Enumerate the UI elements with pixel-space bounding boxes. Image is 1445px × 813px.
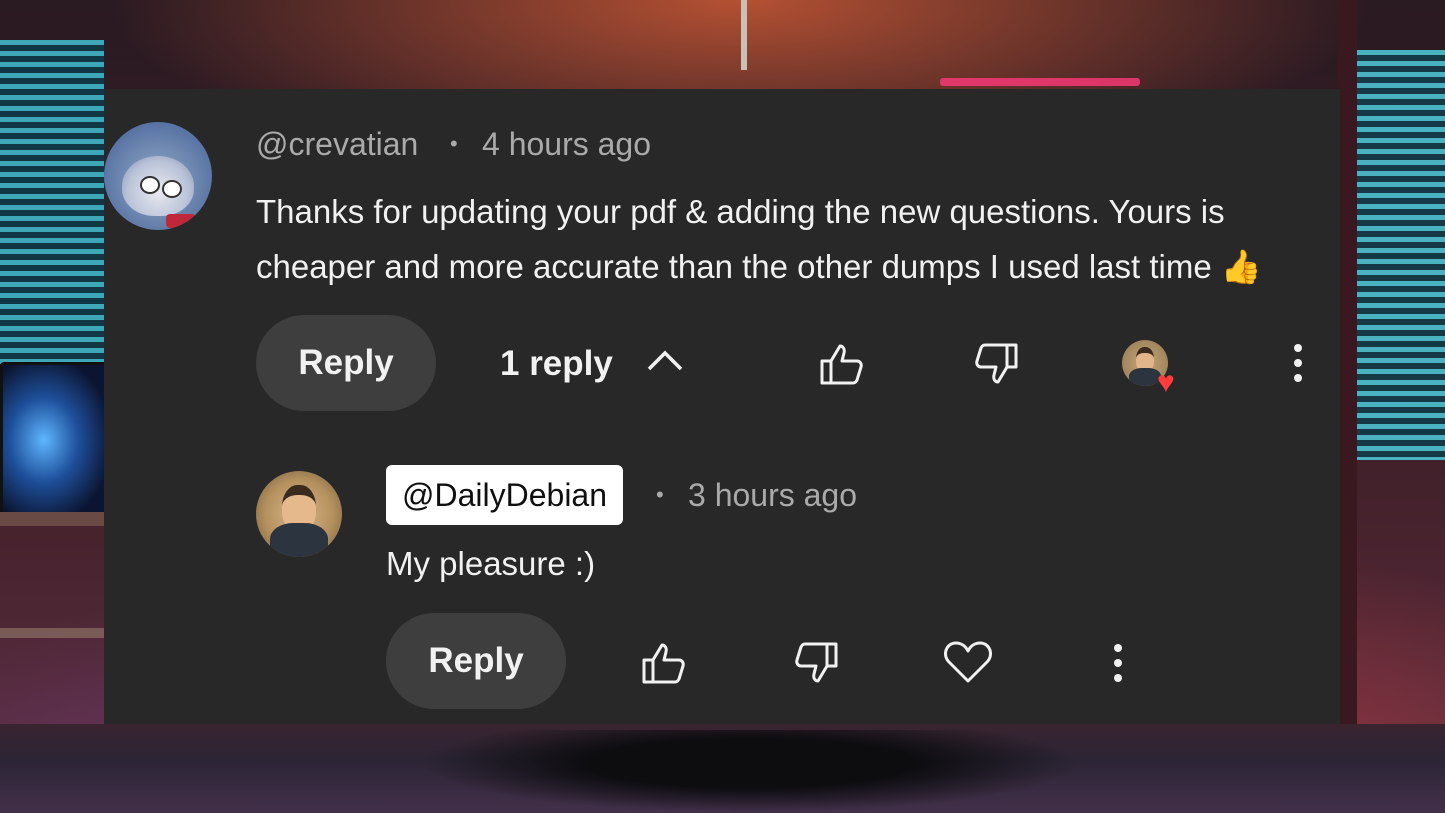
comment-author[interactable]: @crevatian (256, 124, 418, 164)
reply-text: My pleasure :) (386, 545, 596, 582)
commenter-avatar[interactable] (104, 122, 212, 230)
avatar-eye (162, 180, 182, 198)
reply-like-button[interactable] (638, 637, 690, 689)
reply-author-handle[interactable]: @DailyDebian (386, 465, 624, 525)
replies-toggle[interactable]: 1 reply (500, 336, 685, 392)
wall-right (1337, 0, 1357, 813)
reply-more-button[interactable] (1100, 640, 1136, 686)
avatar-collar (166, 214, 196, 228)
thumbs-up-emoji: 👍 (1220, 248, 1262, 285)
dislike-button[interactable] (970, 338, 1022, 390)
avatar-eye (140, 176, 160, 194)
reply-button[interactable]: Reply (256, 315, 436, 411)
more-vert-icon (1113, 643, 1123, 683)
heart-outline-icon (943, 639, 993, 685)
shelf (0, 628, 104, 638)
comment-timestamp[interactable]: 4 hours ago (482, 124, 651, 164)
comment-text: Thanks for updating your pdf & adding th… (256, 184, 1336, 294)
like-button[interactable] (816, 338, 868, 390)
ceiling-pole (741, 0, 747, 70)
monitor (0, 362, 108, 518)
reply-reply-button[interactable]: Reply (386, 613, 566, 709)
chair-base (420, 730, 1080, 813)
desk (0, 512, 104, 526)
avatar-body (270, 523, 328, 557)
meta-separator: • (656, 482, 664, 507)
creator-heart-icon: ♥ (1157, 366, 1175, 399)
window-blinds-right (1357, 50, 1445, 460)
reply-timestamp[interactable]: 3 hours ago (688, 475, 857, 515)
neon-light (940, 78, 1140, 86)
thumbs-up-icon (818, 341, 866, 387)
comment-body: Thanks for updating your pdf & adding th… (256, 193, 1225, 285)
thumbs-up-icon (640, 640, 688, 686)
chevron-up-icon (645, 344, 685, 384)
reply-heart-button[interactable] (940, 634, 996, 690)
reply-author-avatar[interactable] (256, 471, 342, 557)
more-vert-icon (1293, 343, 1303, 383)
comment-more-button[interactable] (1280, 340, 1316, 386)
thumbs-down-icon (972, 341, 1020, 387)
replies-count: 1 reply (500, 344, 613, 383)
reply-dislike-button[interactable] (790, 637, 842, 689)
thumbs-down-icon (792, 640, 840, 686)
meta-separator: • (450, 131, 458, 156)
